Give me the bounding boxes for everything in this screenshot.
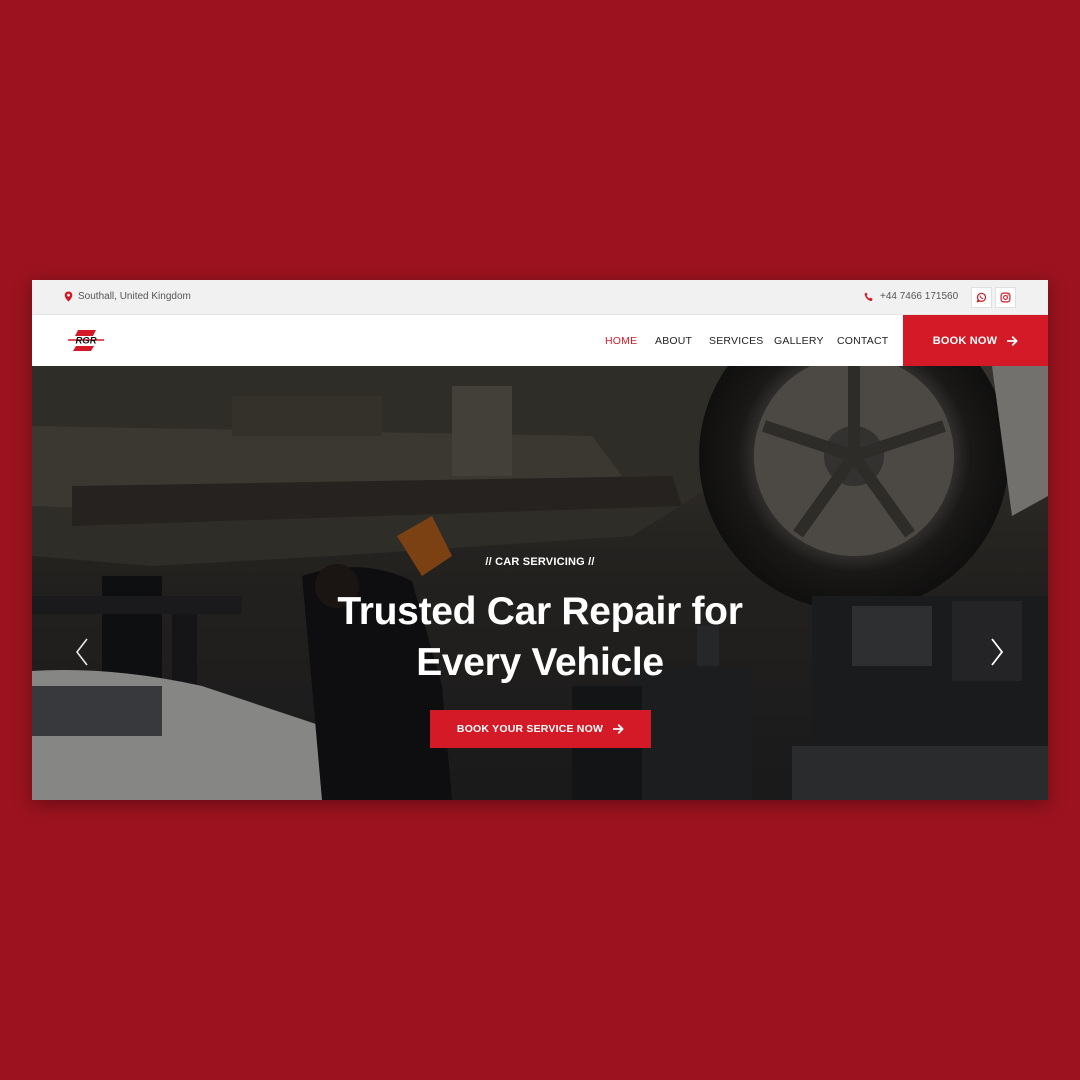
hero-headline-line1: Trusted Car Repair for [337, 590, 743, 633]
main-navbar: RGR HOME ABOUT SERVICES GALLERY CONTACT … [32, 315, 1048, 366]
svg-text:RGR: RGR [75, 336, 96, 347]
nav-about[interactable]: ABOUT [655, 315, 692, 366]
hero-headline-line2: Every Vehicle [416, 641, 664, 684]
nav-gallery-label[interactable]: GALLERY [774, 335, 824, 347]
book-service-button[interactable]: BOOK YOUR SERVICE NOW [430, 710, 651, 748]
site-logo[interactable]: RGR [66, 327, 106, 353]
phone-text: +44 7466 171560 [880, 291, 959, 302]
phone-icon [864, 292, 873, 301]
chevron-left-icon[interactable] [72, 636, 92, 668]
chevron-right-icon[interactable] [987, 636, 1007, 668]
hero-headline: Trusted Car Repair for Every Vehicle [32, 586, 1048, 688]
nav-contact-label[interactable]: CONTACT [837, 335, 888, 347]
hero-slider: // CAR SERVICING // Trusted Car Repair f… [32, 366, 1048, 800]
arrow-right-icon [1007, 335, 1018, 346]
top-info-bar: Southall, United Kingdom +44 7466 171560 [32, 280, 1048, 315]
location: Southall, United Kingdom [64, 291, 191, 302]
whatsapp-icon [976, 292, 987, 303]
phone-number[interactable]: +44 7466 171560 [864, 291, 958, 302]
nav-gallery[interactable]: GALLERY [774, 315, 824, 366]
nav-services[interactable]: SERVICES [709, 315, 764, 366]
nav-home-label[interactable]: HOME [605, 335, 637, 347]
instagram-icon [1000, 292, 1011, 303]
location-text: Southall, United Kingdom [78, 291, 191, 302]
book-service-label: BOOK YOUR SERVICE NOW [456, 723, 604, 735]
book-now-button[interactable]: BOOK NOW [903, 315, 1048, 366]
whatsapp-button[interactable] [971, 287, 992, 308]
book-now-label: BOOK NOW [932, 334, 998, 347]
nav-about-label[interactable]: ABOUT [655, 335, 692, 347]
website-screenshot: Southall, United Kingdom +44 7466 171560 [32, 280, 1048, 800]
arrow-right-icon [613, 724, 624, 734]
nav-contact[interactable]: CONTACT [837, 315, 888, 366]
nav-home[interactable]: HOME [605, 315, 637, 366]
hero-kicker: // CAR SERVICING // [485, 556, 595, 568]
map-pin-icon [64, 291, 73, 302]
nav-services-label[interactable]: SERVICES [709, 335, 764, 347]
instagram-button[interactable] [995, 287, 1016, 308]
